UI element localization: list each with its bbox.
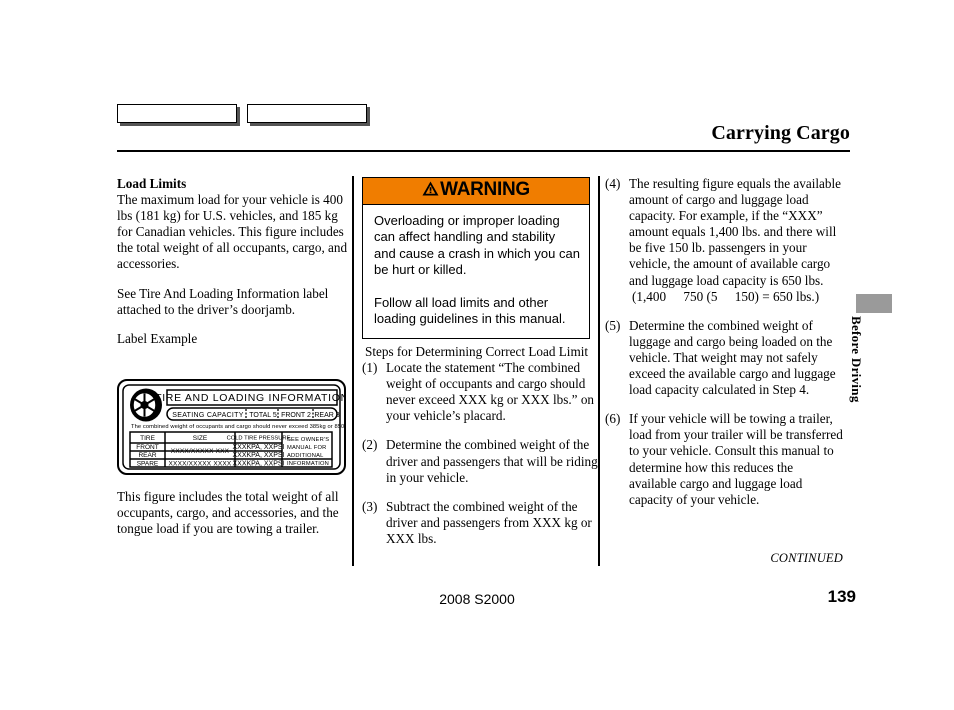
warning-triangle-icon <box>422 181 439 201</box>
step-text-3: Subtract the combined weight of the driv… <box>386 498 592 546</box>
step-item-3: (3) Subtract the combined weight of the d… <box>362 499 600 547</box>
tire-loading-information-label: TIRE AND LOADING INFORMATION SEATING CAP… <box>117 379 356 475</box>
row-front-pressure: XXXKPA, XXPSI <box>232 444 284 451</box>
warning-paragraph-2: Follow all load limits and other loading… <box>374 294 566 327</box>
page-title: Carrying Cargo <box>711 122 850 144</box>
side-tab-label: Before Driving <box>849 316 864 403</box>
pressure-col-header: COLD TIRE PRESSURE <box>227 436 291 442</box>
middle-column: Steps for Determining Correct Load Limit… <box>362 344 600 560</box>
title-divider-rule <box>117 150 850 152</box>
tire-col-header: TIRE <box>140 435 155 442</box>
step-item-1: (1) Locate the statement “The combined we… <box>362 360 600 424</box>
side-tab-color-block <box>856 294 892 313</box>
row-spare-pressure: XXXKPA, XXPSI <box>232 461 284 468</box>
row-rear-position: REAR <box>138 452 156 459</box>
step-text-5: Determine the combined weight of luggage… <box>629 317 836 398</box>
load-limits-paragraph-2: See Tire And Loading Information label a… <box>117 285 329 317</box>
row-spare-size: XXXX/XXXXX XXXX <box>169 461 232 468</box>
seating-front-label: FRONT 2 <box>281 412 311 419</box>
combined-weight-note: The combined weight of occupants and car… <box>131 424 346 430</box>
step-number-3: (3) <box>362 498 378 514</box>
left-column-lower: This figure includes the total weight of… <box>117 489 349 550</box>
step-item-2: (2) Determine the combined weight of the … <box>362 437 600 485</box>
row-spare-position: SPARE <box>137 461 159 468</box>
step-number-6: (6) <box>605 411 621 427</box>
step-text-1: Locate the statement “The combined weigh… <box>386 360 595 424</box>
side-note-line-1: SEE OWNER'S <box>287 437 329 443</box>
load-limits-paragraph-3: This figure includes the total weight of… <box>117 489 339 537</box>
label-example-heading: Label Example <box>117 330 198 346</box>
header-tab-2[interactable] <box>247 104 367 123</box>
row-front-rear-size: XXXX/XXXXX XXX <box>171 448 230 455</box>
step-item-5: (5) Determine the combined weight of lugg… <box>605 318 843 398</box>
footer-model-year: 2008 S2000 <box>439 591 515 607</box>
size-col-header: SIZE <box>193 435 208 442</box>
footer-page-number: 139 <box>827 587 856 606</box>
step-number-2: (2) <box>362 437 378 453</box>
load-limits-heading: Load Limits <box>117 176 187 191</box>
step-text-4: The resulting figure equals the availabl… <box>629 176 842 288</box>
left-column: Load Limits The maximum load for your ve… <box>117 176 349 360</box>
row-rear-pressure: XXXKPA, XXPSI <box>232 452 284 459</box>
step-item-4: (4) The resulting figure equals the avail… <box>605 176 843 305</box>
step-4-calculation: (1,400 750 (5 150) = 650 lbs.) <box>632 288 820 304</box>
side-note-line-3: ADDITIONAL <box>287 453 324 459</box>
side-note-line-4: INFORMATION <box>287 461 329 467</box>
step-item-6: (6) If your vehicle will be towing a trai… <box>605 411 843 508</box>
steps-heading: Steps for Determining Correct Load Limit <box>365 344 589 359</box>
row-front-position: FRONT <box>136 444 158 451</box>
tire-label-title: TIRE AND LOADING INFORMATION <box>155 392 346 404</box>
right-column: (4) The resulting figure equals the avail… <box>605 176 843 521</box>
tire-label-svg: TIRE AND LOADING INFORMATION SEATING CAP… <box>117 379 356 475</box>
step-text-2: Determine the combined weight of the dri… <box>386 437 598 485</box>
warning-paragraph-1: Overloading or improper loading can affe… <box>374 212 580 278</box>
step-number-4: (4) <box>605 176 621 191</box>
column-divider-left <box>352 176 354 566</box>
side-note-line-2: MANUAL FOR <box>287 445 327 451</box>
step-number-1: (1) <box>362 360 378 376</box>
seating-total-label: TOTAL 5 <box>249 412 277 419</box>
warning-body: Overloading or improper loading can affe… <box>363 205 589 338</box>
load-limits-paragraph-1: The maximum load for your vehicle is 400… <box>117 192 348 272</box>
warning-heading-text: WARNING <box>440 179 530 200</box>
warning-box: WARNING Overloading or improper loading … <box>362 177 590 339</box>
step-number-5: (5) <box>605 317 621 333</box>
continued-label: CONTINUED <box>770 551 843 565</box>
warning-header: WARNING <box>363 178 589 205</box>
step-text-6: If your vehicle will be towing a trailer… <box>629 411 843 507</box>
seating-capacity-label: SEATING CAPACITY <box>172 412 243 419</box>
header-tab-1[interactable] <box>117 104 237 123</box>
seating-rear-label: REAR 3 <box>314 412 339 419</box>
